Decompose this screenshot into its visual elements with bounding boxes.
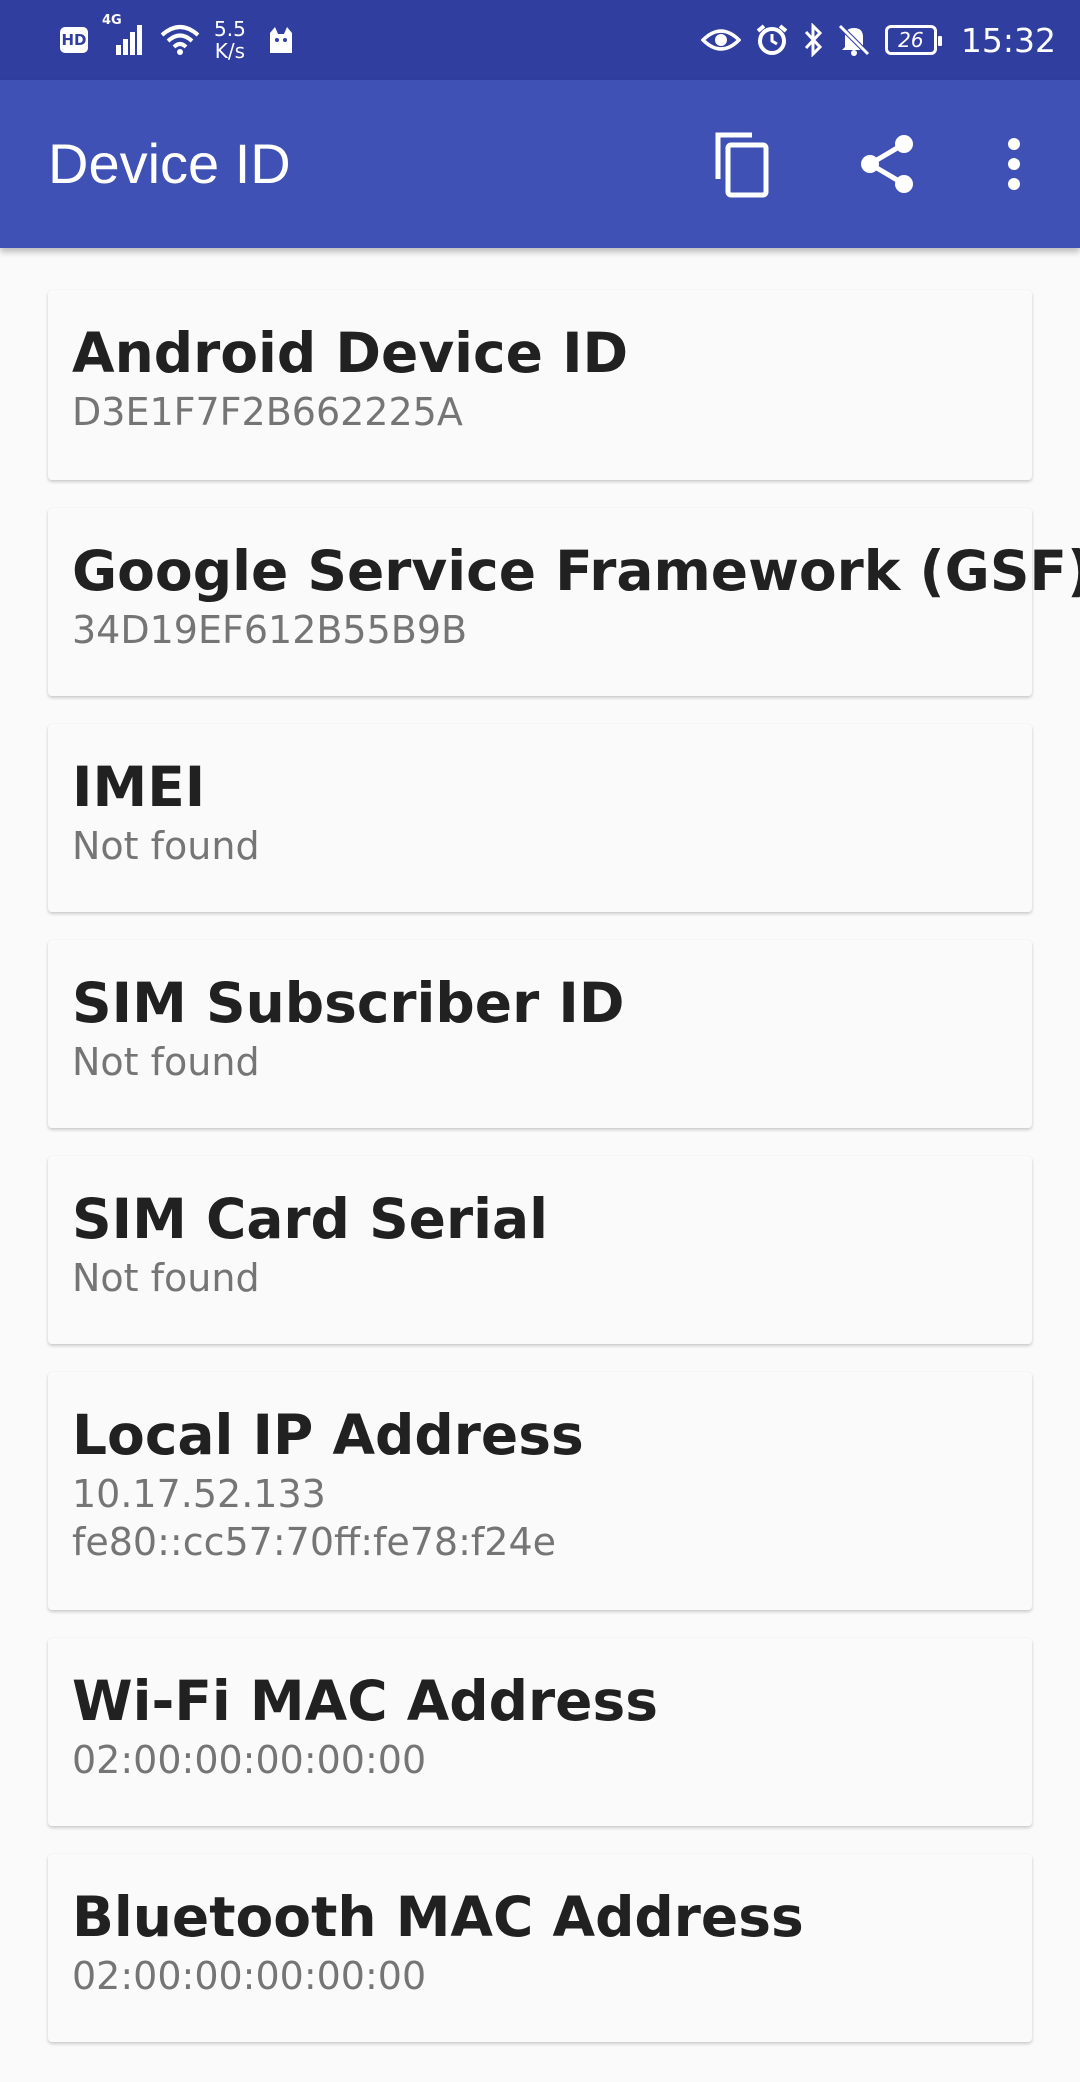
copy-button[interactable] xyxy=(702,124,782,204)
share-icon xyxy=(861,135,913,193)
list-item-sim-subscriber-id[interactable]: SIM Subscriber ID Not found xyxy=(48,940,1032,1128)
wifi-icon xyxy=(160,23,200,57)
item-title: Bluetooth MAC Address xyxy=(72,1885,804,1949)
share-button[interactable] xyxy=(848,124,928,204)
alarm-icon xyxy=(755,23,789,57)
hd-icon: HD xyxy=(60,27,88,53)
cat-icon xyxy=(266,25,296,55)
item-title: SIM Subscriber ID xyxy=(72,971,625,1035)
item-value-ipv6: fe80::cc57:70ff:fe78:f24e xyxy=(72,1520,557,1564)
hd-label: HD xyxy=(60,27,88,53)
network-speed-value: 5.5 xyxy=(214,17,246,41)
list-item-local-ip-address[interactable]: Local IP Address 10.17.52.133 fe80::cc57… xyxy=(48,1372,1032,1610)
status-bar: HD 4G 5.5 K/s 26 15:32 xyxy=(0,0,1080,80)
device-info-list: Android Device ID D3E1F7F2B662225A Googl… xyxy=(48,290,1080,2070)
item-value-ipv4: 10.17.52.133 xyxy=(72,1472,326,1516)
network-type-label: 4G xyxy=(102,13,122,28)
list-item-imei[interactable]: IMEI Not found xyxy=(48,724,1032,912)
item-title: SIM Card Serial xyxy=(72,1187,548,1251)
item-value: 02:00:00:00:00:00 xyxy=(72,1738,427,1782)
item-title: Google Service Framework (GSF) xyxy=(72,539,1080,603)
item-value: 02:00:00:00:00:00 xyxy=(72,1954,427,1998)
list-item-android-device-id[interactable]: Android Device ID D3E1F7F2B662225A xyxy=(48,290,1032,480)
network-speed: 5.5 K/s xyxy=(214,18,246,62)
list-item-sim-card-serial[interactable]: SIM Card Serial Not found xyxy=(48,1156,1032,1344)
status-bar-left: HD 4G 5.5 K/s xyxy=(60,0,310,80)
status-bar-right: 26 15:32 xyxy=(700,0,1056,80)
item-value: D3E1F7F2B662225A xyxy=(72,390,463,434)
clock: 15:32 xyxy=(960,20,1056,60)
battery-icon: 26 xyxy=(884,25,942,55)
copy-icon xyxy=(715,132,769,198)
bluetooth-icon xyxy=(803,23,823,57)
page-title: Device ID xyxy=(48,132,291,195)
signal-icon: 4G xyxy=(102,13,146,57)
more-vert-icon xyxy=(1008,138,1020,190)
list-item-bluetooth-mac-address[interactable]: Bluetooth MAC Address 02:00:00:00:00:00 xyxy=(48,1854,1032,2042)
more-options-button[interactable] xyxy=(974,124,1054,204)
list-item-wifi-mac-address[interactable]: Wi-Fi MAC Address 02:00:00:00:00:00 xyxy=(48,1638,1032,1826)
item-title: Wi-Fi MAC Address xyxy=(72,1669,658,1733)
item-title: Local IP Address xyxy=(72,1403,584,1467)
app-bar: Device ID xyxy=(0,80,1080,248)
mute-icon xyxy=(837,23,871,57)
network-speed-unit: K/s xyxy=(214,39,246,63)
item-value: Not found xyxy=(72,1256,260,1300)
list-item-gsf-id[interactable]: Google Service Framework (GSF) 34D19EF61… xyxy=(48,508,1080,696)
item-value: Not found xyxy=(72,824,260,868)
item-title: Android Device ID xyxy=(72,321,629,385)
item-value: Not found xyxy=(72,1040,260,1084)
item-value: 34D19EF612B55B9B xyxy=(72,608,468,652)
eye-icon xyxy=(700,26,741,54)
battery-level: 26 xyxy=(884,25,942,55)
item-title: IMEI xyxy=(72,755,206,819)
